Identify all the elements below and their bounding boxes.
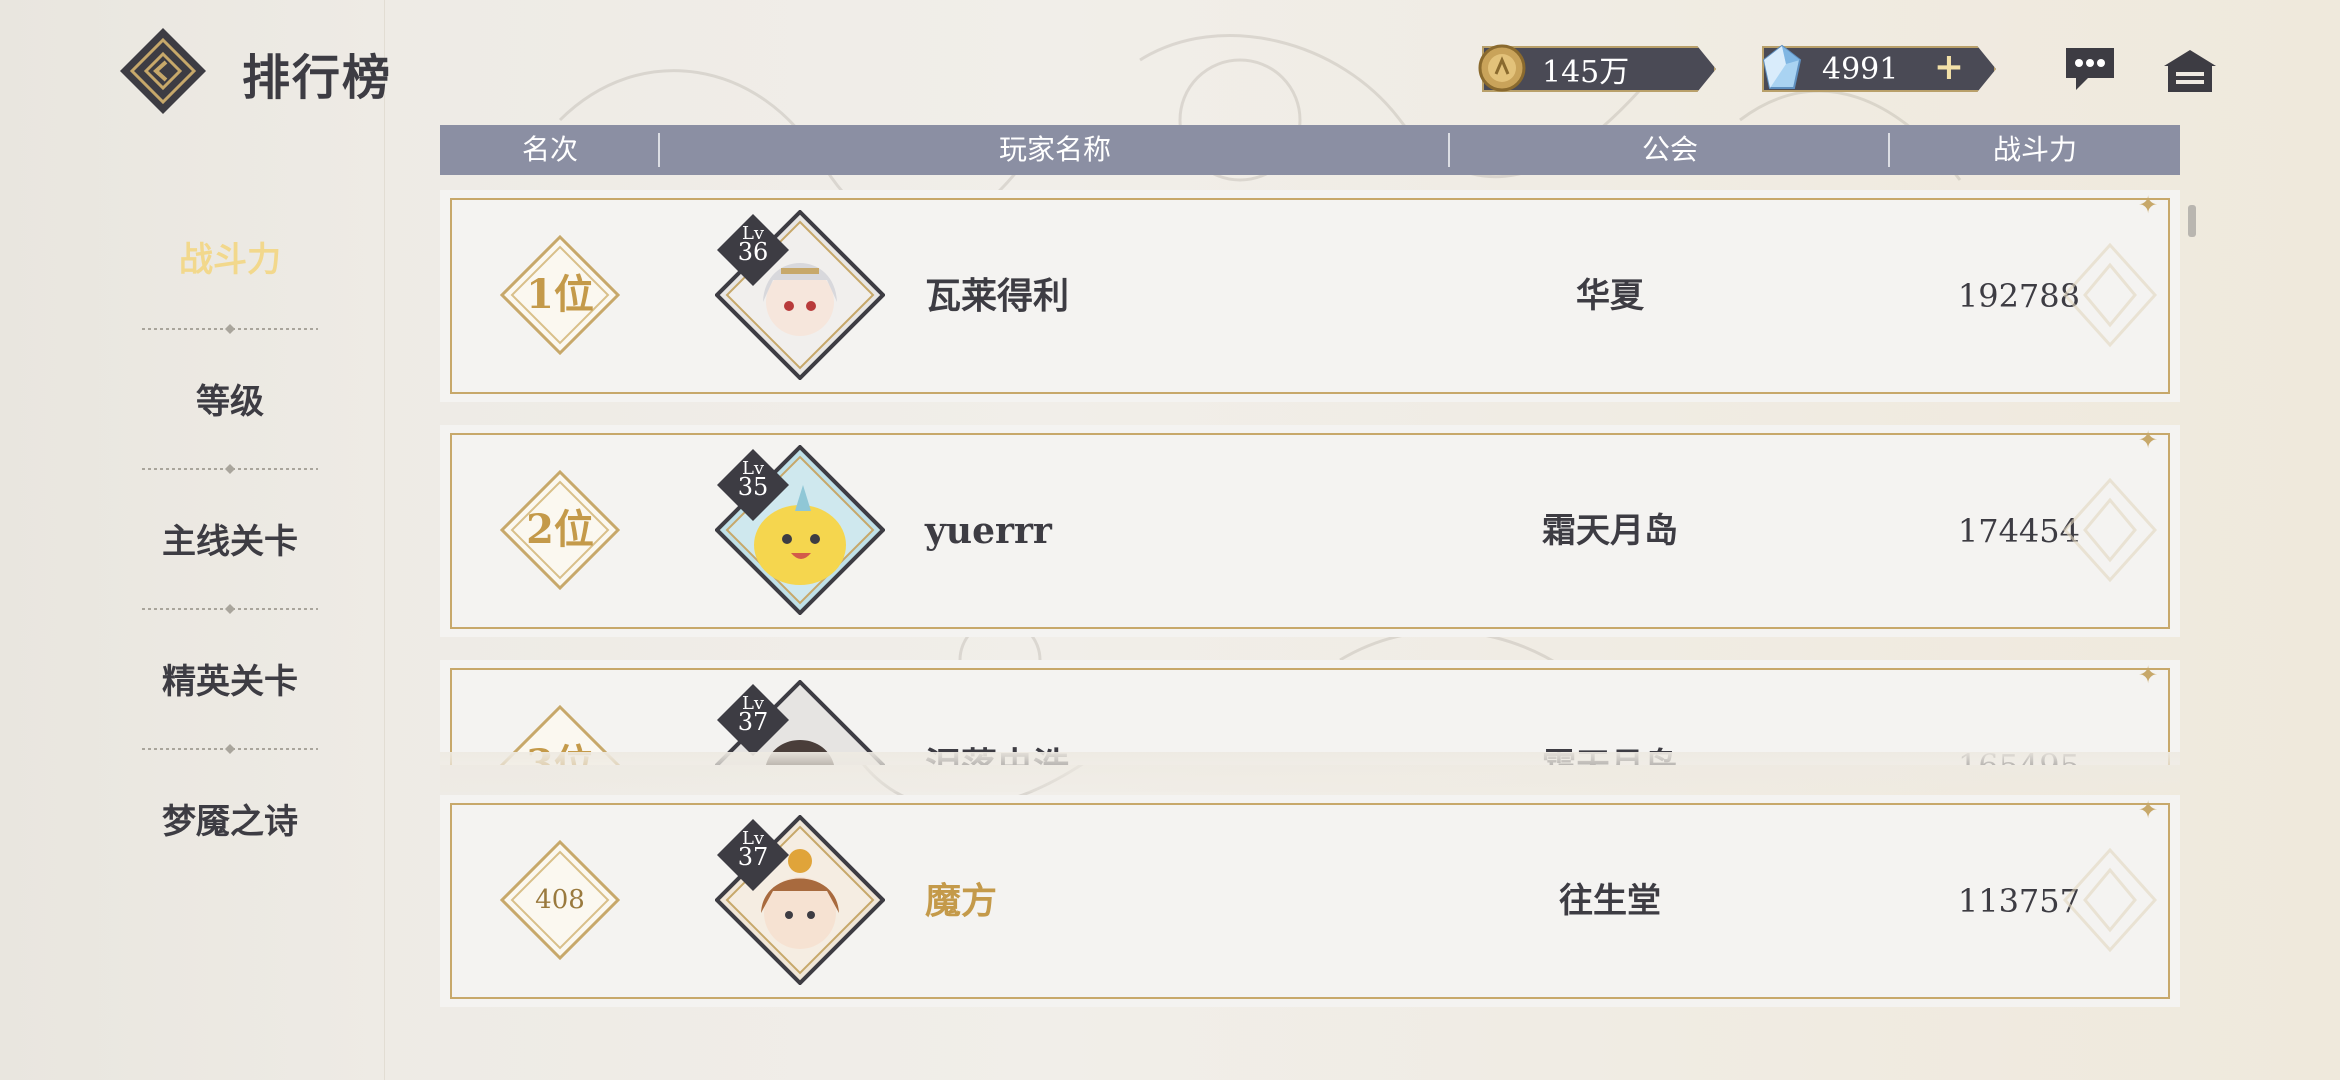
- gold-currency: 145万: [1478, 44, 1716, 92]
- rank-label: 408: [535, 885, 585, 915]
- column-guild: 公会: [1641, 133, 1698, 166]
- tab-main-stage[interactable]: 主线关卡: [120, 512, 340, 572]
- home-icon[interactable]: [2162, 46, 2218, 96]
- crystal-icon: [1762, 44, 1802, 89]
- player-name: 泪落虫浩: [925, 660, 1069, 765]
- tab-combat-power[interactable]: 战斗力: [120, 230, 340, 290]
- tab-level[interactable]: 等级: [120, 372, 340, 432]
- level-text: Lv 37: [715, 694, 791, 736]
- tab-divider: [142, 464, 318, 474]
- column-rank: 名次: [521, 133, 578, 166]
- sparkle-icon: ✦: [2138, 426, 2159, 454]
- level-number: 37: [737, 708, 769, 736]
- gem-currency: 4991 +: [1762, 44, 1996, 92]
- level-number: 35: [737, 473, 769, 501]
- tab-elite-stage[interactable]: 精英关卡: [120, 652, 340, 712]
- tab-divider: [142, 604, 318, 614]
- power-value: 192788: [1957, 277, 2080, 315]
- page-title: 排行榜: [242, 50, 393, 106]
- rank-label: 2位: [526, 506, 594, 553]
- table-row[interactable]: ✦ 3位 Lv 37 泪落虫浩 霜天月岛 165495: [440, 660, 2180, 765]
- tab-divider: [142, 744, 318, 754]
- back-icon[interactable]: [118, 26, 208, 116]
- level-text: Lv 36: [715, 224, 791, 266]
- column-player-name: 玩家名称: [998, 133, 1111, 166]
- sparkle-icon: ✦: [2138, 661, 2159, 689]
- power-value: 113757: [1957, 882, 2080, 920]
- scrollbar[interactable]: [2188, 205, 2196, 237]
- chat-icon[interactable]: [2062, 44, 2118, 94]
- scroll-fade: [440, 752, 2180, 792]
- column-power: 战斗力: [1992, 133, 2077, 166]
- level-text: Lv 35: [715, 459, 791, 501]
- table-row[interactable]: ✦ 2位 Lv 35 yuerrr 霜天月岛 174454: [440, 425, 2180, 637]
- clipped-row-container: ✦ 3位 Lv 37 泪落虫浩 霜天月岛 165495: [440, 660, 2180, 765]
- table-row[interactable]: ✦ 1位 Lv 36 瓦莱得利 华夏 192788: [440, 190, 2180, 402]
- level-number: 37: [737, 843, 769, 871]
- rank-label: 1位: [526, 271, 594, 318]
- self-rank-row[interactable]: ✦ 408 Lv 37 魔方 往生堂 113757: [440, 795, 2180, 1007]
- tab-divider: [142, 324, 318, 334]
- add-gems-button[interactable]: +: [1930, 48, 1968, 86]
- level-number: 36: [737, 238, 769, 266]
- decorative-diamond-icon: [2062, 847, 2158, 953]
- player-name: 瓦莱得利: [925, 275, 1070, 317]
- table-header: 名次 玩家名称 公会 战斗力: [440, 125, 2180, 175]
- player-name: 魔方: [925, 880, 998, 922]
- gem-count: 4991: [1822, 51, 1899, 87]
- level-text: Lv 37: [715, 829, 791, 871]
- power-value: 165495: [1840, 660, 2080, 765]
- guild-name: 霜天月岛: [1542, 511, 1678, 551]
- power-value: 174454: [1957, 512, 2080, 550]
- tab-nightmare-poem[interactable]: 梦魇之诗: [120, 792, 340, 852]
- gold-coin-icon: [1478, 44, 1526, 92]
- guild-name: 华夏: [1576, 276, 1644, 316]
- sparkle-icon: ✦: [2138, 796, 2159, 824]
- guild-name: 霜天月岛: [1440, 660, 1780, 765]
- decorative-diamond-icon: [2062, 477, 2158, 583]
- guild-name: 往生堂: [1559, 881, 1661, 921]
- decorative-diamond-icon: [2062, 242, 2158, 348]
- tab-label: 战斗力: [179, 240, 281, 280]
- sparkle-icon: ✦: [2138, 191, 2159, 219]
- player-name: yuerrr: [925, 510, 1052, 552]
